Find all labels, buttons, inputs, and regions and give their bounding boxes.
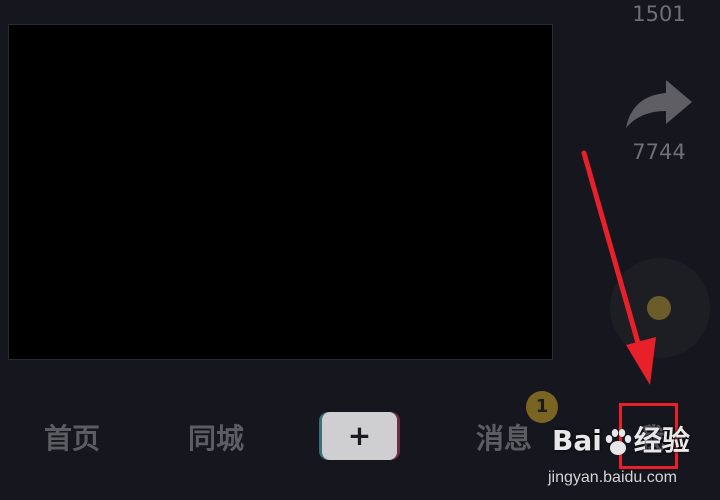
add-video-button[interactable]: + xyxy=(319,412,400,460)
annotation-arrow xyxy=(581,150,656,385)
watermark-brand: Bai 经验 xyxy=(552,419,690,459)
tab-city[interactable]: 同城 xyxy=(171,417,261,457)
video-player[interactable] xyxy=(8,24,553,360)
tab-home[interactable]: 首页 xyxy=(27,417,117,457)
tab-messages[interactable]: 消息 xyxy=(459,417,549,457)
app-screen: 1501 7744 首页 同城 + 消息 我 1 Bai 经验 jingyan.… xyxy=(0,0,720,500)
watermark-brand-right: 经验 xyxy=(633,424,690,457)
baidu-paw-icon xyxy=(605,429,632,455)
share-arrow-icon[interactable] xyxy=(622,78,694,132)
add-button-face: + xyxy=(322,412,397,460)
top-action-count: 1501 xyxy=(632,2,686,26)
watermark-brand-left: Bai xyxy=(552,424,602,457)
baidu-jingyan-watermark: Bai 经验 jingyan.baidu.com xyxy=(548,419,718,497)
plus-icon: + xyxy=(347,419,372,452)
watermark-site: jingyan.baidu.com xyxy=(548,469,677,486)
